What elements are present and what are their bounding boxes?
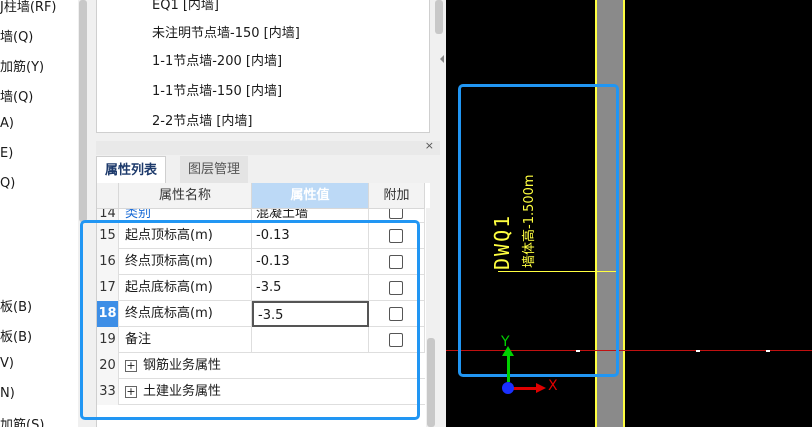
row-number: 33 (97, 379, 119, 405)
close-icon[interactable]: × (425, 139, 434, 152)
row-number: 20 (97, 353, 119, 379)
row-number: 14 (97, 209, 119, 223)
list-item[interactable]: EQ1 [内墙] (152, 0, 219, 13)
property-value[interactable]: 混凝土墙 (252, 209, 369, 223)
property-name: 备注 (119, 327, 252, 353)
property-name: 类别 (119, 209, 252, 223)
nav-item-wall[interactable]: 墙(Q) (0, 26, 33, 45)
property-name: 起点顶标高(m) (119, 223, 252, 249)
property-value-editor[interactable]: -3.5 (252, 301, 369, 327)
property-name: 起点底标高(m) (119, 275, 252, 301)
axis-x-label: X (548, 378, 558, 394)
nav-item-wall-2[interactable]: 墙(Q) (0, 86, 33, 105)
property-value[interactable]: -3.5 (252, 275, 369, 301)
extra-cell (369, 249, 425, 275)
table-row-active[interactable]: 18 终点底标高(m) -3.5 (97, 301, 425, 327)
list-item[interactable]: 1-1节点墙-200 [内墙] (152, 50, 282, 69)
list-item[interactable]: 未注明节点墙-150 [内墙] (152, 22, 300, 41)
drawing-canvas[interactable]: DWQ1 墙体高-1.500m Y X (446, 0, 812, 427)
table-row[interactable]: 15 起点顶标高(m) -0.13 (97, 223, 425, 249)
column-header-number (97, 183, 119, 209)
axis-dot (766, 350, 770, 352)
property-name: 终点底标高(m) (119, 301, 252, 327)
extra-checkbox[interactable] (389, 255, 403, 269)
component-list: EQ1 [内墙] 未注明节点墙-150 [内墙] 1-1节点墙-200 [内墙]… (96, 0, 443, 133)
left-scrollbar[interactable] (78, 0, 88, 427)
group-label: 钢筋业务属性 (143, 358, 222, 373)
highlight-frame-wall (458, 84, 619, 377)
extra-cell (369, 209, 425, 223)
column-header-name: 属性名称 (119, 183, 252, 209)
nav-item-a[interactable]: A) (0, 116, 14, 131)
extra-cell (369, 301, 425, 327)
component-tree: J柱墙(RF) 墙(Q) 加筋(Y) 墙(Q) A) E) Q) 板(B) 板(… (0, 0, 80, 427)
extra-cell (369, 275, 425, 301)
tab-properties[interactable]: 属性列表 (96, 156, 167, 183)
group-label: 土建业务属性 (143, 384, 222, 399)
axis-y-label: Y (501, 334, 510, 350)
extra-checkbox[interactable] (389, 333, 403, 347)
extra-cell (369, 327, 425, 353)
nav-item-v[interactable]: V) (0, 356, 14, 371)
axis-x-arrow-icon (536, 383, 546, 393)
nav-item-column-wall[interactable]: J柱墙(RF) (0, 0, 57, 15)
column-header-value: 属性值 (252, 183, 369, 209)
nav-item-slab[interactable]: 板(B) (0, 296, 32, 315)
expand-plus-icon[interactable]: + (125, 359, 137, 372)
extra-cell (369, 223, 425, 249)
nav-item-slab-rebar[interactable]: 加筋(S) (0, 414, 44, 427)
row-number: 18 (97, 301, 119, 327)
table-row[interactable]: 16 终点顶标高(m) -0.13 (97, 249, 425, 275)
grid-scrollbar-thumb[interactable] (427, 338, 435, 427)
wall-edge-right (623, 0, 625, 427)
axis-x-line (512, 387, 538, 390)
nav-item-slab-2[interactable]: 板(B) (0, 326, 32, 345)
group-row-civil[interactable]: 33 + 土建业务属性 (97, 379, 425, 405)
group-name: + 钢筋业务属性 (119, 353, 369, 379)
axis-origin-icon (502, 382, 514, 394)
grid-scrollbar[interactable] (426, 208, 436, 427)
nav-item-n[interactable]: N) (0, 386, 15, 401)
nav-item-reinforcement[interactable]: 加筋(Y) (0, 56, 44, 75)
table-row[interactable]: 14 类别 混凝土墙 (97, 209, 425, 223)
left-scrollbar-thumb[interactable] (79, 0, 87, 222)
collapse-arrow-icon[interactable] (440, 55, 444, 63)
nav-item-e[interactable]: E) (0, 146, 13, 161)
list-item[interactable]: 1-1节点墙-150 [内墙] (152, 80, 282, 99)
property-grid: 属性名称 属性值 附加 14 类别 混凝土墙 15 起点顶标高(m) -0.13… (96, 183, 430, 427)
extra-checkbox[interactable] (389, 281, 403, 295)
axis-y-line (507, 352, 510, 382)
property-name: 终点顶标高(m) (119, 249, 252, 275)
nav-item-q[interactable]: Q) (0, 176, 15, 191)
list-scrollbar-thumb[interactable] (435, 0, 443, 34)
extra-checkbox[interactable] (389, 307, 403, 321)
group-row-rebar[interactable]: 20 + 钢筋业务属性 (97, 353, 425, 379)
property-value[interactable]: -0.13 (252, 223, 369, 249)
row-number: 16 (97, 249, 119, 275)
list-item[interactable]: 2-2节点墙 [内墙] (152, 110, 253, 129)
extra-checkbox[interactable] (389, 229, 403, 243)
row-number: 17 (97, 275, 119, 301)
panel-tabs: 属性列表 图层管理 (96, 156, 440, 183)
table-row[interactable]: 19 备注 (97, 327, 425, 353)
tab-layers[interactable]: 图层管理 (180, 156, 249, 183)
group-name: + 土建业务属性 (119, 379, 369, 405)
table-row[interactable]: 17 起点底标高(m) -3.5 (97, 275, 425, 301)
panel-header: × (96, 139, 440, 155)
property-value[interactable] (252, 327, 369, 353)
row-number: 15 (97, 223, 119, 249)
properties-panel: EQ1 [内墙] 未注明节点墙-150 [内墙] 1-1节点墙-200 [内墙]… (88, 0, 446, 427)
property-value[interactable]: -0.13 (252, 249, 369, 275)
axis-dot (696, 350, 700, 352)
column-header-extra: 附加 (369, 183, 425, 209)
row-number: 19 (97, 327, 119, 353)
extra-checkbox[interactable] (389, 209, 403, 219)
expand-plus-icon[interactable]: + (125, 385, 137, 398)
